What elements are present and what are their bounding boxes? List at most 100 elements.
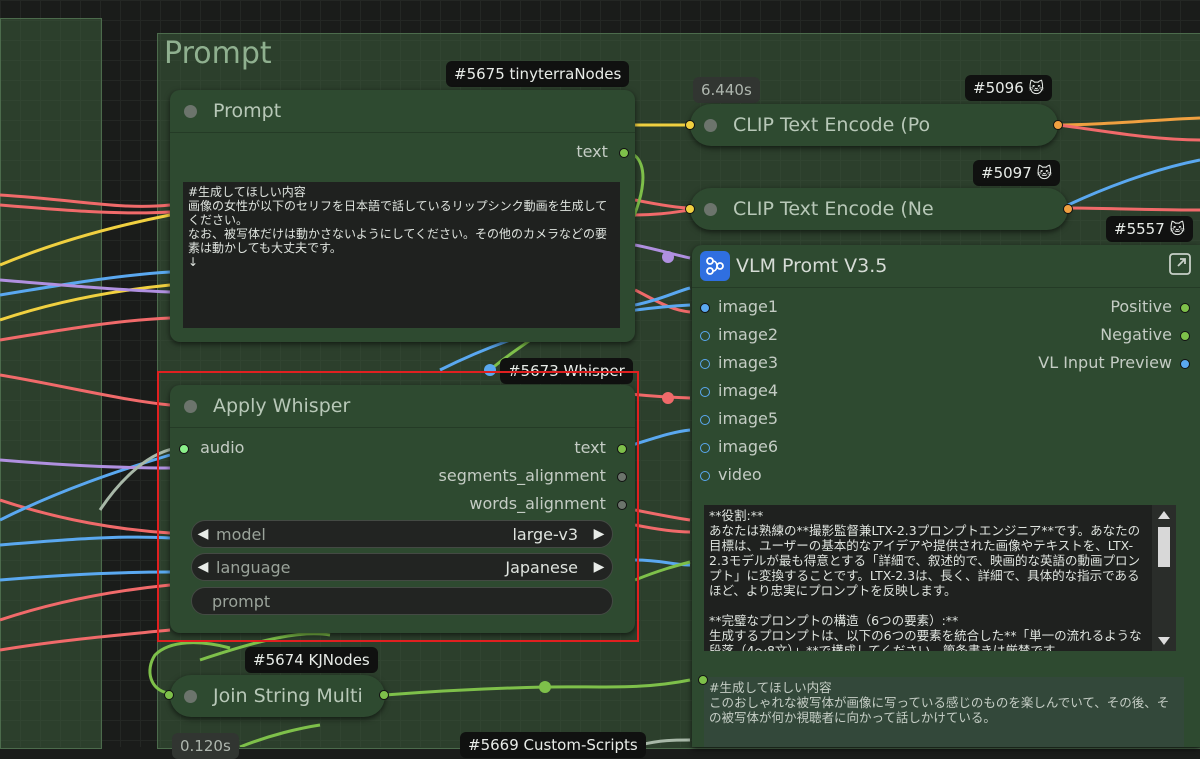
prompt-node-title: Prompt <box>213 100 282 122</box>
wire <box>1067 158 1200 207</box>
wire <box>634 208 691 217</box>
input-label: image4 <box>718 381 779 400</box>
input-port-icon[interactable] <box>698 675 708 685</box>
wire <box>634 523 691 534</box>
input-port-icon[interactable] <box>700 330 710 341</box>
wire <box>1057 123 1200 142</box>
prompt-node-badge: #5675 tinyterraNodes <box>446 61 630 87</box>
custom-scripts-badge: #5669 Custom-Scripts <box>460 732 646 758</box>
wire <box>0 628 171 652</box>
vlm-user-text-input[interactable]: #生成してほしい内容 このおしゃれな被写体が画像に写っている感じのものを楽しんで… <box>704 677 1184 747</box>
vlm-input-image1[interactable]: image1 <box>700 297 778 317</box>
wire <box>1067 206 1200 212</box>
vlm-node-title: VLM Promt V3.5 <box>736 255 888 277</box>
vlm-output-1[interactable]: Negative <box>1100 325 1190 345</box>
join-node-badge: #5674 KJNodes <box>245 647 378 673</box>
clip-neg-node[interactable]: CLIP Text Encode (Ne <box>690 188 1068 230</box>
join-node-title: Join String Multi <box>213 685 363 707</box>
scrollbar[interactable] <box>1152 505 1176 651</box>
wire <box>239 723 321 747</box>
input-port-icon[interactable] <box>700 302 710 313</box>
prompt-node-header[interactable]: Prompt <box>170 90 635 133</box>
open-external-icon[interactable] <box>1168 252 1192 281</box>
vlm-input-image5[interactable]: image5 <box>700 409 778 429</box>
vlm-node-header[interactable]: VLM Promt V3.5 <box>692 245 1200 288</box>
collapse-dot-icon[interactable] <box>184 104 197 118</box>
input-label: image1 <box>718 297 779 316</box>
clip-pos-node[interactable]: CLIP Text Encode (Po <box>690 104 1058 146</box>
reroute-dot <box>539 681 551 693</box>
reroute-dot <box>662 251 674 263</box>
clip-pos-timing: 6.440s <box>693 77 760 103</box>
join-node[interactable]: Join String Multi <box>170 675 385 717</box>
join-node-header[interactable]: Join String Multi <box>170 675 385 717</box>
vlm-output-2[interactable]: VL Input Preview <box>1038 353 1190 373</box>
output-port-icon[interactable] <box>619 147 629 158</box>
output-port-icon[interactable] <box>1180 330 1190 341</box>
output-port-icon[interactable] <box>379 690 389 700</box>
input-port-icon[interactable] <box>700 386 710 397</box>
wire <box>0 498 171 535</box>
prompt-output-text[interactable]: text <box>576 142 629 162</box>
input-port-icon[interactable] <box>700 470 710 481</box>
wire <box>384 678 691 697</box>
collapse-dot-icon[interactable] <box>184 689 197 703</box>
vlm-logo-icon <box>700 251 730 281</box>
clip-pos-title: CLIP Text Encode (Po <box>733 114 931 136</box>
wire <box>634 198 691 210</box>
wire <box>0 570 171 582</box>
reroute-dot <box>662 392 674 404</box>
vlm-input-image3[interactable]: image3 <box>700 353 778 373</box>
input-label: image5 <box>718 409 779 428</box>
collapse-dot-icon[interactable] <box>704 202 717 216</box>
output-port-icon[interactable] <box>1053 120 1063 130</box>
wire <box>0 373 171 407</box>
output-label: Positive <box>1110 297 1172 316</box>
input-port-icon[interactable] <box>685 120 695 130</box>
output-label: VL Input Preview <box>1038 353 1172 372</box>
vlm-output-0[interactable]: Positive <box>1110 297 1190 317</box>
input-port-icon[interactable] <box>700 358 710 369</box>
wire <box>0 535 171 547</box>
input-label: image6 <box>718 437 779 456</box>
vlm-node[interactable]: VLM Promt V3.5 image1 image2 image3 image4 i… <box>692 245 1200 747</box>
input-port-icon[interactable] <box>164 690 174 700</box>
output-label: text <box>576 142 608 161</box>
output-port-icon[interactable] <box>1180 358 1190 369</box>
scrollbar-thumb[interactable] <box>1158 527 1170 567</box>
output-port-icon[interactable] <box>1180 302 1190 313</box>
vlm-input-video[interactable]: video <box>700 465 762 485</box>
scroll-up-icon[interactable] <box>1158 511 1170 519</box>
wire <box>634 560 691 582</box>
input-label: image3 <box>718 353 779 372</box>
output-port-icon[interactable] <box>1063 204 1073 214</box>
input-label: image2 <box>718 325 779 344</box>
vlm-input-image6[interactable]: image6 <box>700 437 778 457</box>
prompt-text-input[interactable]: #生成してほしい内容 画像の女性が以下のセリフを日本語で話しているリップシンク動… <box>183 182 620 328</box>
wire <box>0 213 171 267</box>
input-port-icon[interactable] <box>685 204 695 214</box>
collapse-dot-icon[interactable] <box>704 118 717 132</box>
vlm-system-text-input[interactable]: **役割:** あなたは熟練の**撮影監督兼LTX-2.3プロンプトエンジニア*… <box>704 505 1152 651</box>
wire <box>634 508 691 522</box>
selection-outline <box>157 371 639 642</box>
input-label: video <box>718 465 762 484</box>
clip-neg-header[interactable]: CLIP Text Encode (Ne <box>690 188 1068 230</box>
input-port-icon[interactable] <box>700 414 710 425</box>
wire <box>1057 116 1200 127</box>
scroll-down-icon[interactable] <box>1158 637 1170 645</box>
bottom-left-timing: 0.120s <box>172 733 239 759</box>
vlm-input-image4[interactable]: image4 <box>700 381 778 401</box>
wire <box>0 193 171 208</box>
input-port-icon[interactable] <box>700 442 710 453</box>
wire <box>639 738 691 747</box>
wire <box>0 583 171 622</box>
vlm-input-image2[interactable]: image2 <box>700 325 778 345</box>
clip-pos-badge: #5096 🐱 <box>965 75 1053 101</box>
clip-pos-header[interactable]: CLIP Text Encode (Po <box>690 104 1058 146</box>
clip-neg-badge: #5097 🐱 <box>973 160 1061 186</box>
wire <box>0 316 171 342</box>
vlm-node-badge: #5557 🐱 <box>1106 216 1194 242</box>
clip-neg-title: CLIP Text Encode (Ne <box>733 198 934 220</box>
output-label: Negative <box>1100 325 1172 344</box>
